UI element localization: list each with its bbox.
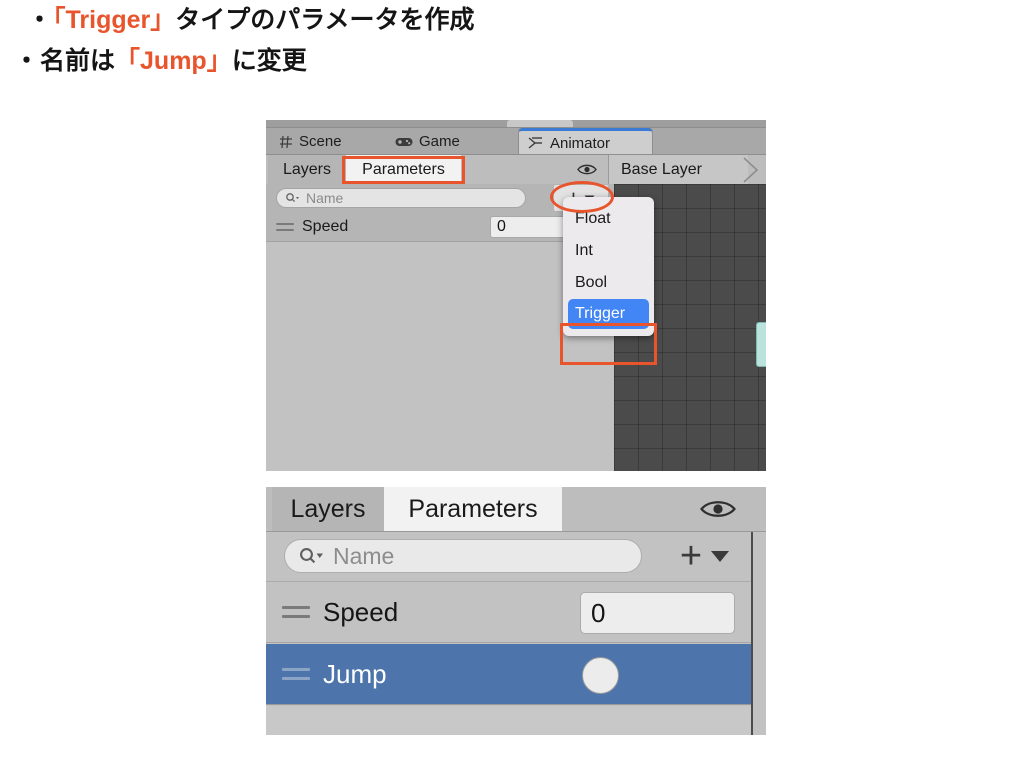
bullet-marker-2: ・ xyxy=(14,47,41,75)
parameter-type-menu[interactable]: Float Int Bool Trigger xyxy=(563,197,654,336)
bullet-2-pre: 名前は xyxy=(40,47,116,75)
subtab-parameters-zoomed[interactable]: Parameters xyxy=(384,487,562,531)
visibility-toggle-zoomed[interactable] xyxy=(688,487,748,531)
subtab-layers-label-zoomed: Layers xyxy=(290,494,366,523)
eye-icon xyxy=(700,498,736,520)
bullet-line-2: ・名前は「Jump」に変更 xyxy=(0,49,1024,74)
parameter-value-field[interactable]: 0 xyxy=(580,592,735,634)
bullet-1-post: タイプのパラメータを作成 xyxy=(175,6,475,34)
menu-item-trigger-label: Trigger xyxy=(575,305,626,322)
drag-handle-icon[interactable] xyxy=(276,222,294,231)
tab-animator-label: Animator xyxy=(550,134,611,152)
table-row[interactable]: Speed 0 xyxy=(266,582,753,643)
search-placeholder-zoomed: Name xyxy=(333,542,395,569)
plus-icon: + xyxy=(679,534,703,577)
chevron-down-icon xyxy=(710,549,730,563)
panel-footer xyxy=(266,706,753,735)
drag-handle-icon[interactable] xyxy=(282,606,310,618)
table-row[interactable]: Jump xyxy=(266,644,753,705)
parameter-search-row: Name + xyxy=(266,184,614,212)
animator-state-node[interactable] xyxy=(756,322,766,367)
search-placeholder: Name xyxy=(306,190,344,206)
subtab-layers-label: Layers xyxy=(282,160,332,178)
window-tab-stub xyxy=(507,120,573,127)
bullet-2-accent: 「Jump」 xyxy=(115,47,232,75)
search-input-zoomed[interactable]: Name xyxy=(284,539,642,573)
bullet-marker-1: ・ xyxy=(27,6,54,34)
visibility-toggle[interactable] xyxy=(566,155,608,184)
menu-item-int[interactable]: Int xyxy=(563,235,654,267)
parameter-value: 0 xyxy=(497,218,506,235)
menu-item-int-label: Int xyxy=(575,242,593,259)
breadcrumb-label: Base Layer xyxy=(621,160,702,178)
subtab-parameters-label-zoomed: Parameters xyxy=(408,494,538,523)
parameter-search-row-zoomed: Name + xyxy=(266,532,753,582)
drag-handle-icon[interactable] xyxy=(282,668,310,680)
animator-parameters-screenshot-bottom: Layers Parameters Name + Speed 0 Jump xyxy=(266,487,766,735)
menu-item-float-label: Float xyxy=(575,210,611,227)
vertical-scrollbar[interactable] xyxy=(751,532,766,735)
animator-window-screenshot-top: Scene Game Animator Layers Parameters Ba… xyxy=(266,120,766,471)
animator-icon xyxy=(528,136,544,150)
tab-game[interactable]: Game xyxy=(386,128,496,155)
subtab-parameters[interactable]: Parameters xyxy=(346,155,461,184)
tab-animator[interactable]: Animator xyxy=(519,128,652,155)
search-icon xyxy=(298,546,324,566)
chevron-right-icon xyxy=(743,157,761,183)
subtab-layers[interactable]: Layers xyxy=(268,155,346,184)
parameter-value: 0 xyxy=(591,597,606,628)
parameter-name: Jump xyxy=(323,658,387,689)
tab-scene-label: Scene xyxy=(299,133,342,150)
parameter-name: Speed xyxy=(323,596,399,627)
tab-scene[interactable]: Scene xyxy=(270,128,375,155)
bullet-1-accent: 「Trigger」 xyxy=(53,6,176,34)
tab-game-label: Game xyxy=(419,133,460,150)
menu-item-bool[interactable]: Bool xyxy=(563,267,654,299)
menu-item-float[interactable]: Float xyxy=(563,203,654,235)
subtab-layers-zoomed[interactable]: Layers xyxy=(272,487,384,531)
menu-item-trigger[interactable]: Trigger xyxy=(568,299,649,329)
gamepad-icon xyxy=(395,136,413,148)
search-input[interactable]: Name xyxy=(276,188,526,208)
search-icon xyxy=(285,192,300,204)
grid-icon xyxy=(279,135,293,149)
table-row[interactable]: Speed 0 xyxy=(266,212,614,242)
add-parameter-button-zoomed[interactable]: + xyxy=(670,534,740,577)
breadcrumb-base-layer[interactable]: Base Layer xyxy=(608,155,748,184)
heading-bullets: ・「Trigger」タイプのパラメータを作成 ・名前は「Jump」に変更 xyxy=(0,8,1024,74)
parameter-list: Speed 0 xyxy=(266,212,614,471)
subtab-parameters-label: Parameters xyxy=(362,160,445,178)
bullet-2-post: に変更 xyxy=(231,47,307,75)
eye-icon xyxy=(577,163,597,176)
animator-subtab-bar-zoomed: Layers Parameters xyxy=(266,487,766,532)
animator-subtab-bar: Layers Parameters Base Layer xyxy=(266,154,766,186)
editor-tab-bar: Scene Game Animator xyxy=(266,127,766,155)
bullet-line-1: ・「Trigger」タイプのパラメータを作成 xyxy=(0,8,1024,33)
parameter-name: Speed xyxy=(302,217,349,235)
trigger-toggle[interactable] xyxy=(582,657,619,694)
menu-item-bool-label: Bool xyxy=(575,274,608,291)
